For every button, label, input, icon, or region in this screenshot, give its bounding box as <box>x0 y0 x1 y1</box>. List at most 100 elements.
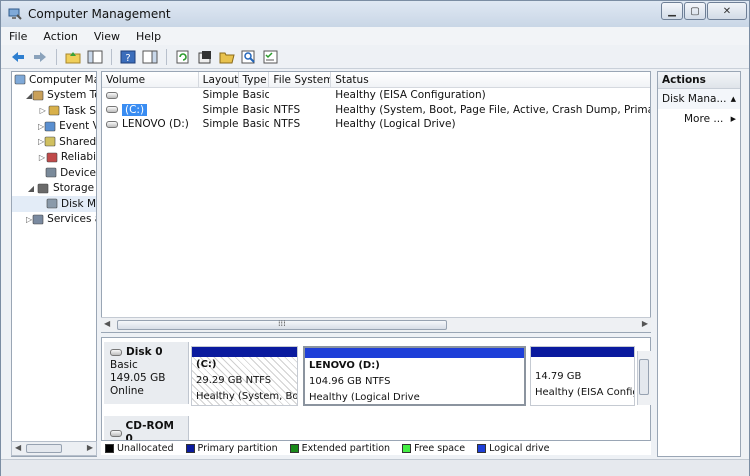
scroll-thumb[interactable]: ⁞⁞⁞ <box>117 319 447 330</box>
legend-label: Unallocated <box>117 442 174 454</box>
menu-help[interactable]: Help <box>128 30 169 43</box>
actions-pane: Actions Disk Mana... ▲ More ... ▶ <box>657 71 741 457</box>
scroll-left-icon[interactable]: ◀ <box>104 319 110 328</box>
forward-button[interactable] <box>31 48 49 66</box>
grip-icon: ⁞⁞⁞ <box>278 319 286 328</box>
disk-map: Disk 0 Basic 149.05 GB Online (C:) 29.29… <box>101 337 651 441</box>
partition-d-status: Healthy (Logical Drive <box>309 392 420 403</box>
disk-settings-button[interactable] <box>262 48 280 66</box>
disk-0-name: Disk 0 <box>126 346 163 358</box>
minimize-button[interactable]: ▁ <box>661 2 683 20</box>
event-viewer-icon <box>44 120 56 133</box>
tree-item-label: System To <box>47 89 97 102</box>
expander-icon[interactable]: ◢ <box>26 184 36 193</box>
title-bar[interactable]: Computer Management ▁ ▢ ✕ <box>1 1 749 27</box>
tree-item[interactable]: ▷Services ar <box>12 212 96 228</box>
volume-horizontal-scrollbar[interactable]: ◀ ⁞⁞⁞ ▶ <box>101 317 651 332</box>
partition-d-label: LENOVO (D:) <box>309 360 380 371</box>
scroll-thumb[interactable] <box>26 444 62 453</box>
cdrom-0-name: CD-ROM 0 <box>125 420 174 441</box>
refresh-button[interactable] <box>174 48 192 66</box>
computer-management-icon <box>7 6 23 22</box>
column-file-system[interactable]: File System <box>269 72 332 87</box>
refresh-icon <box>176 50 189 63</box>
menu-file[interactable]: File <box>1 30 35 43</box>
collapse-icon[interactable]: ▲ <box>731 95 736 103</box>
action-disk-management-label: Disk Mana... <box>662 93 727 105</box>
legend-label: Logical drive <box>489 442 550 454</box>
partition-eisa[interactable]: 14.79 GB Healthy (EISA Config <box>530 346 635 406</box>
tree-item[interactable]: ▷ Task S <box>12 103 96 119</box>
partition-d-size: 104.96 GB NTFS <box>309 376 391 387</box>
legend-item: Primary partition <box>185 443 278 454</box>
cell-volume <box>102 89 199 101</box>
properties-button[interactable] <box>196 48 214 66</box>
cell-layout: Simple <box>202 103 239 116</box>
partition-c-label: (C:) <box>196 359 217 370</box>
tree-item[interactable]: ▷ Event V <box>12 119 96 135</box>
folder-up-icon <box>65 51 81 63</box>
column-volume[interactable]: Volume <box>102 72 199 87</box>
table-row[interactable]: (C:) Simple Basic NTFS Healthy (System, Boot… <box>102 103 650 118</box>
table-row[interactable]: Simple Basic Healthy (EISA Configuration) <box>102 88 650 103</box>
tree-item[interactable]: Device <box>12 165 96 181</box>
reliability-icon <box>46 151 58 164</box>
maximize-button[interactable]: ▢ <box>684 2 706 20</box>
tree-item[interactable]: Disk M <box>12 196 96 212</box>
tree-item[interactable]: Computer Ma <box>12 72 96 88</box>
table-row[interactable]: LENOVO (D:) Simple Basic NTFS Healthy (Logic… <box>102 117 650 132</box>
svg-text:?: ? <box>125 53 130 64</box>
cdrom-0-label[interactable]: CD-ROM 0 DVD (E:) <box>104 416 189 441</box>
scroll-right-icon[interactable]: ▶ <box>642 319 648 328</box>
legend-item: Unallocated <box>105 443 174 454</box>
help-button[interactable]: ? <box>119 48 137 66</box>
up-folder-button[interactable] <box>64 48 82 66</box>
column-type[interactable]: Type <box>239 72 270 87</box>
column-layout[interactable]: Layout <box>199 72 239 87</box>
services-icon <box>32 213 44 226</box>
menu-view[interactable]: View <box>86 30 128 43</box>
legend-swatch <box>185 443 195 453</box>
storage-icon <box>36 182 50 195</box>
tree-item[interactable]: ▷ Reliabi <box>12 150 96 166</box>
actions-header: Actions <box>658 72 740 89</box>
cell-fs: NTFS <box>273 103 301 116</box>
disk-map-vertical-scrollbar[interactable] <box>637 351 651 405</box>
scroll-left-icon[interactable]: ◀ <box>15 443 21 452</box>
open-button[interactable] <box>218 48 236 66</box>
computer-icon <box>14 73 26 86</box>
back-button[interactable] <box>9 48 27 66</box>
show-hide-action-pane-button[interactable] <box>141 48 159 66</box>
console-tree-icon <box>87 50 103 63</box>
expander-icon[interactable]: ▷ <box>38 106 47 115</box>
tree-item[interactable]: ◢ System To <box>12 88 96 104</box>
search-button[interactable] <box>240 48 258 66</box>
toolbar: ? <box>1 45 749 69</box>
disk-0-label[interactable]: Disk 0 Basic 149.05 GB Online <box>104 342 189 404</box>
tree-horizontal-scrollbar[interactable]: ◀ ▶ <box>11 441 97 456</box>
show-hide-tree-button[interactable] <box>86 48 104 66</box>
expander-icon[interactable]: ▷ <box>38 153 46 162</box>
action-pane-icon <box>142 50 158 63</box>
tree-item[interactable]: ▷ Shared <box>12 134 96 150</box>
toolbar-separator <box>166 48 167 65</box>
scroll-right-icon[interactable]: ▶ <box>87 443 93 452</box>
legend-item: Free space <box>402 443 465 454</box>
volume-rows: Simple Basic Healthy (EISA Configuration)(… <box>102 88 650 132</box>
tree-item[interactable]: ◢ Storage <box>12 181 96 197</box>
scroll-thumb[interactable] <box>639 359 649 395</box>
action-disk-management[interactable]: Disk Mana... ▲ <box>658 89 740 109</box>
partition-c[interactable]: (C:) 29.29 GB NTFS Healthy (System, Boo <box>191 346 298 406</box>
partition-d[interactable]: LENOVO (D:) 104.96 GB NTFS Healthy (Logi… <box>303 346 526 406</box>
disk-management-icon <box>46 197 58 210</box>
legend-label: Extended partition <box>301 442 391 454</box>
tree-item-label: Device <box>60 166 96 179</box>
tree-item-label: Storage <box>53 182 95 195</box>
menu-action[interactable]: Action <box>35 30 85 43</box>
close-button[interactable]: ✕ <box>707 2 747 20</box>
tree-item-label: Reliabi <box>60 151 96 164</box>
column-status[interactable]: Status <box>331 72 650 87</box>
close-icon: ✕ <box>722 5 732 17</box>
minimize-icon: ▁ <box>668 5 676 17</box>
action-more[interactable]: More ... ▶ <box>658 109 740 129</box>
